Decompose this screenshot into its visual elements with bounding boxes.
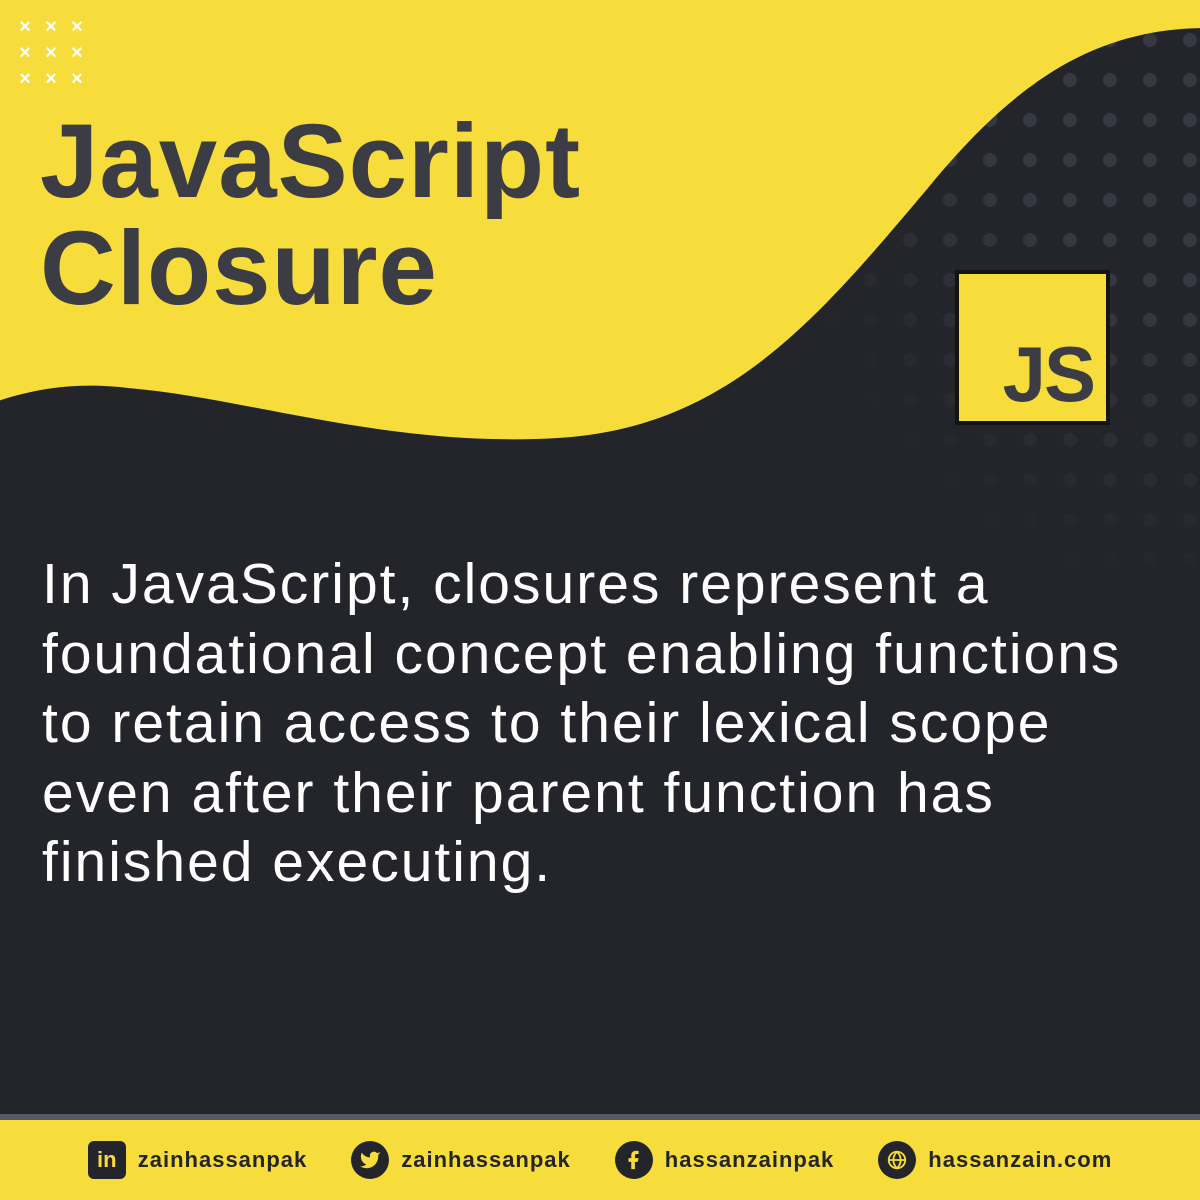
social-handle: zainhassanPAK bbox=[401, 1147, 571, 1173]
cross-icon: × bbox=[64, 40, 90, 66]
cross-icon: × bbox=[12, 40, 38, 66]
body-paragraph: In JavaScript, closures represent a foun… bbox=[42, 550, 1158, 898]
js-logo-text: JS bbox=[1003, 335, 1094, 413]
social-handle: zainhassanpak bbox=[138, 1147, 308, 1173]
social-item-linkedin[interactable]: in zainhassanpak bbox=[88, 1141, 308, 1179]
social-handle: hassanzainpak bbox=[665, 1147, 835, 1173]
globe-icon bbox=[878, 1141, 916, 1179]
social-item-website[interactable]: hassanzain.com bbox=[878, 1141, 1112, 1179]
title-line-1: JavaScript bbox=[40, 103, 581, 220]
twitter-icon bbox=[351, 1141, 389, 1179]
cross-icon: × bbox=[38, 40, 64, 66]
title-line-2: Closure bbox=[40, 210, 438, 327]
social-handle: hassanzain.com bbox=[928, 1147, 1112, 1173]
decorative-crosses: × × × × × × × × × bbox=[12, 14, 90, 92]
cross-icon: × bbox=[64, 14, 90, 40]
js-logo-badge: JS bbox=[955, 270, 1110, 425]
cross-icon: × bbox=[12, 14, 38, 40]
linkedin-icon: in bbox=[88, 1141, 126, 1179]
social-item-twitter[interactable]: zainhassanPAK bbox=[351, 1141, 571, 1179]
facebook-icon bbox=[615, 1141, 653, 1179]
cross-icon: × bbox=[38, 66, 64, 92]
cross-icon: × bbox=[64, 66, 90, 92]
social-footer-bar: in zainhassanpak zainhassanPAK hassanzai… bbox=[0, 1114, 1200, 1200]
cross-icon: × bbox=[12, 66, 38, 92]
cross-icon: × bbox=[38, 14, 64, 40]
social-item-facebook[interactable]: hassanzainpak bbox=[615, 1141, 835, 1179]
page-title: JavaScript Closure bbox=[40, 108, 581, 322]
